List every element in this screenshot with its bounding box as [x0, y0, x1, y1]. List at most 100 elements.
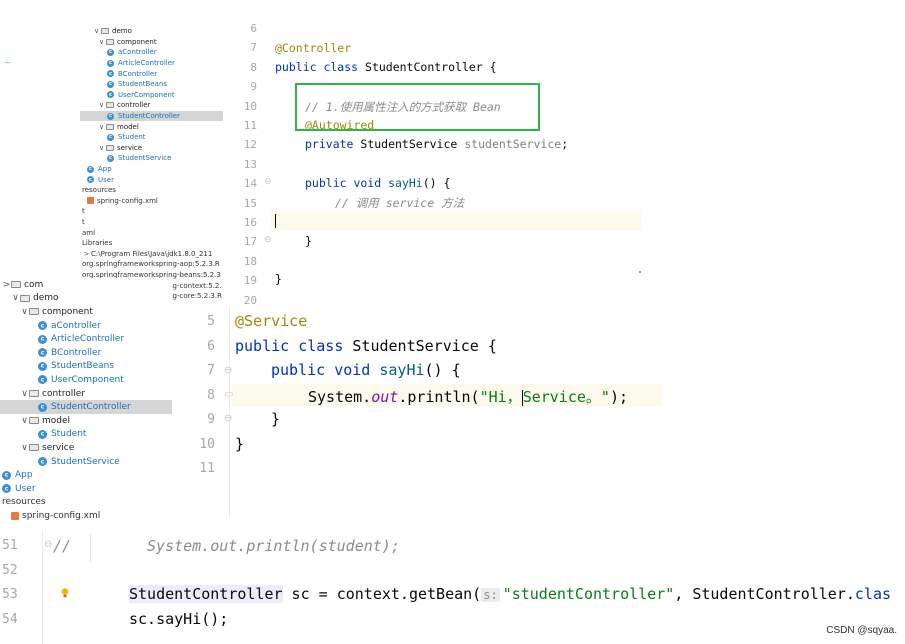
tree-item-component[interactable]: ∨ component: [0, 305, 172, 319]
tree-item-label: StudentController: [51, 402, 131, 413]
class-icon: [87, 176, 94, 184]
tree-item-studentcontroller[interactable]: StudentController: [80, 110, 223, 122]
code-line-12: private StudentService studentService;: [305, 137, 569, 151]
tree-item-label: StudentBeans: [118, 80, 168, 89]
fold-marker-icon[interactable]: ⊖: [264, 177, 272, 187]
class-icon: [107, 133, 114, 141]
chevron-down-icon[interactable]: ∨: [11, 293, 20, 303]
tree-item-service[interactable]: ∨ service: [0, 441, 172, 455]
folder-icon: [106, 144, 114, 151]
class-icon: [107, 80, 114, 88]
tree-item-usercomponent[interactable]: UserComponent: [80, 90, 223, 101]
tree-item-controller[interactable]: ∨ controller: [0, 387, 172, 401]
gutter-divider: [42, 530, 43, 644]
tree-item-label: controller: [117, 101, 151, 110]
text-caret: [275, 213, 276, 228]
tree-item-resources[interactable]: resources: [0, 496, 172, 510]
tree-item-user[interactable]: User: [80, 174, 223, 185]
tree-item-articlecontroller[interactable]: ArticleController: [0, 332, 172, 346]
tree-item-label: resources: [82, 186, 116, 195]
line-number: 10: [243, 99, 257, 113]
code-line-17: }: [305, 234, 312, 248]
code-line-7: public void sayHi() {: [271, 361, 461, 379]
chevron-right-icon[interactable]: >: [82, 250, 91, 258]
tree-item-bcontroller[interactable]: BController: [0, 346, 172, 360]
editor-main-snippet[interactable]: 51 52 53 54 // System.out.println(student);…: [0, 530, 905, 644]
tree-item-label: service: [42, 442, 75, 453]
fold-marker-icon[interactable]: ⊖: [224, 413, 232, 424]
tree-item-com[interactable]: > com: [0, 278, 172, 292]
class-icon: [107, 59, 114, 67]
fold-marker-icon[interactable]: ⊖: [264, 235, 272, 245]
tree-item-app[interactable]: App: [80, 164, 223, 175]
chevron-down-icon[interactable]: ∨: [20, 307, 29, 317]
tree-item-studentservice[interactable]: StudentService: [80, 153, 223, 164]
class-icon: [38, 429, 47, 439]
tree-item-studentbeans[interactable]: StudentBeans: [80, 79, 223, 90]
fold-marker-icon[interactable]: ⊖: [44, 539, 52, 550]
tree-item-org-springframeworkspring-aop-5-2-3-r[interactable]: org.springframeworkspring-aop:5.2.3.R: [80, 259, 223, 270]
tree-item-label: t: [82, 207, 85, 216]
line-number: 52: [2, 562, 18, 578]
chevron-down-icon[interactable]: ∨: [20, 416, 29, 426]
tree-item-acontroller[interactable]: aController: [0, 319, 172, 333]
tree-item-spring-config-xml[interactable]: spring-config.xml: [80, 196, 223, 207]
tree-item-label: model: [42, 415, 71, 426]
line-number: 14: [243, 177, 257, 191]
xml-file-icon: [87, 197, 94, 205]
tree-item-demo[interactable]: ∨ demo: [0, 292, 172, 306]
lightbulb-icon[interactable]: [61, 588, 69, 598]
tree-item-label: t: [82, 218, 85, 227]
tree-item-studentservice[interactable]: StudentService: [0, 455, 172, 469]
highlight-box: [295, 83, 540, 131]
chevron-down-icon[interactable]: ∨: [97, 144, 106, 152]
tree-item-student[interactable]: Student: [80, 132, 223, 143]
tree-item-libraries[interactable]: Libraries: [80, 238, 223, 249]
editor-student-controller[interactable]: 6 7 8 9 10 11 12 13 14 15 16 17 18 19 20 @Controller p…: [223, 24, 643, 305]
tree-item-usercomponent[interactable]: UserComponent: [0, 373, 172, 387]
tree-item-label: aController: [51, 320, 101, 331]
chevron-down-icon[interactable]: ∨: [97, 38, 106, 46]
tree-item-controller[interactable]: ∨ controller: [80, 100, 223, 111]
tree-item-spring-config-xml[interactable]: spring-config.xml: [0, 509, 172, 520]
editor-student-service[interactable]: 5 6 7 8 9 10 11 @Service public class StudentS…: [172, 306, 662, 518]
class-icon: [107, 48, 114, 56]
chevron-down-icon[interactable]: ∨: [97, 123, 106, 131]
tree-item-t[interactable]: t: [80, 206, 223, 217]
fold-marker-icon[interactable]: ▭: [224, 389, 233, 400]
tree-item-user[interactable]: User: [0, 482, 172, 496]
tree-item-model[interactable]: ∨ model: [0, 414, 172, 428]
tree-item-label: spring-config.xml: [22, 510, 101, 520]
tree-item-bcontroller[interactable]: BController: [80, 68, 223, 79]
tree-item-component[interactable]: ∨ component: [80, 37, 223, 48]
line-number: 15: [243, 196, 257, 210]
line-number: 12: [243, 138, 257, 152]
tree-item-articlecontroller[interactable]: ArticleController: [80, 58, 223, 69]
chevron-down-icon[interactable]: ∨: [92, 27, 101, 35]
line-number: 13: [243, 157, 257, 171]
code-line-15: // 调用 service 方法: [335, 196, 465, 210]
tree-item-service[interactable]: ∨ service: [80, 143, 223, 154]
tree-item-t[interactable]: t: [80, 217, 223, 228]
chevron-down-icon[interactable]: ∨: [20, 443, 29, 453]
tree-item-demo[interactable]: ∨ demo: [80, 26, 223, 37]
chevron-down-icon[interactable]: ∨: [20, 389, 29, 399]
tree-item-app[interactable]: App: [0, 468, 172, 482]
tree-item-studentbeans[interactable]: StudentBeans: [0, 360, 172, 374]
tree-item-acontroller[interactable]: aController: [80, 47, 223, 58]
tree-item-aml[interactable]: aml: [80, 227, 223, 238]
fold-marker-icon[interactable]: ⊖: [224, 365, 232, 376]
folder-icon: [29, 417, 39, 425]
folder-icon: [106, 38, 114, 45]
tree-item-label: StudentBeans: [51, 361, 115, 372]
tree-item-model[interactable]: ∨ model: [80, 121, 223, 132]
chevron-right-icon[interactable]: >: [2, 280, 11, 290]
code-line-7: @Controller: [275, 41, 352, 55]
chevron-down-icon[interactable]: ∨: [97, 101, 106, 109]
tree-item-label: model: [117, 122, 139, 131]
tree-item-studentcontroller[interactable]: StudentController: [0, 400, 172, 414]
tree-item-resources[interactable]: resources: [80, 185, 223, 196]
line-number: 11: [199, 461, 215, 476]
tree-item-student[interactable]: Student: [0, 428, 172, 442]
tree-item-c-program-files-java-jdk1-8-0-211[interactable]: > C:\Program Files\Java\jdk1.8.0_211: [80, 249, 223, 260]
